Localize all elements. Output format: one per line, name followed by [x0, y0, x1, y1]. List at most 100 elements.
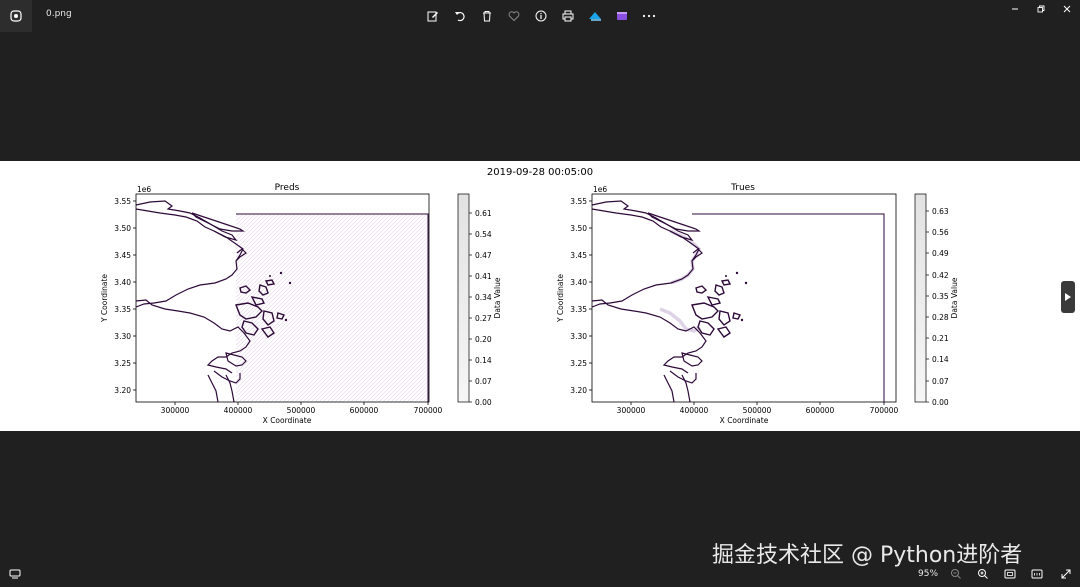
- figure-image: 2019-09-28 00:05:00 Preds 1e6 3.55 3.50 …: [100, 167, 959, 425]
- trues-axes-frame: [591, 193, 897, 403]
- preds-ytick-label: 3.40: [114, 278, 131, 287]
- window-controls: [1002, 0, 1080, 18]
- preds-ytick-label: 3.50: [114, 224, 131, 233]
- rotate-icon: [455, 11, 465, 22]
- preds-data-region: [236, 214, 429, 402]
- filmstrip-toggle-button[interactable]: [8, 568, 22, 580]
- preds-cbar-tick-label: 0.07: [475, 377, 492, 386]
- video-editor-icon: [617, 12, 627, 20]
- photos-icon: [10, 10, 22, 22]
- preds-xlabel: X Coordinate: [263, 416, 312, 425]
- minimize-icon: [1012, 8, 1018, 10]
- trues-cbar-tick-label: 0.21: [932, 334, 949, 343]
- preds-ytick-label: 3.20: [114, 386, 131, 395]
- preds-colorbar: [457, 193, 470, 403]
- trues-xtick-label: 500000: [743, 406, 772, 415]
- zoom-in-icon: [978, 569, 988, 579]
- preds-ytick-label: 3.25: [114, 359, 131, 368]
- toolbar: [424, 7, 658, 25]
- favorite-button[interactable]: [505, 7, 523, 25]
- video-editor-button[interactable]: [613, 7, 631, 25]
- actual-size-icon: [1031, 569, 1043, 579]
- preds-cbar-tick-label: 0.14: [475, 356, 492, 365]
- trues-colorbar-label: Data Value: [950, 277, 959, 318]
- fit-window-icon: [1004, 569, 1016, 579]
- trues-title: Trues: [730, 183, 755, 193]
- trues-colorbar: [914, 193, 927, 403]
- next-image-button[interactable]: [1061, 281, 1075, 313]
- more-icon: [642, 14, 656, 18]
- trues-ytick-label: 3.50: [570, 224, 587, 233]
- preds-cbar-tick-label: 0.47: [475, 251, 492, 260]
- restore-button[interactable]: [1028, 0, 1054, 18]
- preds-xtick-label: 700000: [414, 406, 443, 415]
- fullscreen-button[interactable]: [1059, 567, 1073, 581]
- more-button[interactable]: [640, 7, 658, 25]
- preds-ytick-label: 3.55: [114, 197, 131, 206]
- delete-button[interactable]: [478, 7, 496, 25]
- image-canvas: 2019-09-28 00:05:00 Preds 1e6 3.55 3.50 …: [0, 161, 1080, 431]
- delete-icon: [483, 11, 491, 22]
- preds-xtick-label: 400000: [224, 406, 253, 415]
- trues-x-tick-labels: 300000 400000 500000 600000 700000: [617, 406, 899, 415]
- status-bar: 95%: [0, 561, 1080, 587]
- preds-xtick-label: 600000: [350, 406, 379, 415]
- info-icon: [535, 10, 547, 22]
- preds-coastline: [135, 200, 251, 403]
- trues-cbar-tick-label: 0.14: [932, 355, 949, 364]
- photos-app-icon[interactable]: [0, 0, 32, 32]
- preds-cbar-tick-label: 0.41: [475, 272, 492, 281]
- trues-cbar-tick-label: 0.56: [932, 228, 949, 237]
- trues-colorbar-ticks: [926, 210, 929, 403]
- preds-cbar-tick-label: 0.27: [475, 314, 492, 323]
- trues-ytick-label: 3.35: [570, 305, 587, 314]
- preds-colorbar-label: Data Value: [493, 277, 502, 318]
- preds-xtick-label: 500000: [287, 406, 316, 415]
- trues-y-offset-label: 1e6: [593, 185, 607, 194]
- trues-x-ticks: [630, 402, 885, 405]
- edit-button[interactable]: [424, 7, 442, 25]
- close-icon: [1063, 5, 1071, 13]
- trues-ylabel: Y Coordinate: [556, 274, 565, 323]
- trues-cbar-tick-label: 0.63: [932, 207, 949, 216]
- close-button[interactable]: [1054, 0, 1080, 18]
- preds-cbar-tick-label: 0.61: [475, 209, 492, 218]
- trues-ytick-label: 3.20: [570, 386, 587, 395]
- zoom-in-button[interactable]: [976, 567, 990, 581]
- preds-colorbar-ticks: [469, 212, 472, 403]
- minimize-button[interactable]: [1002, 0, 1028, 18]
- preds-ytick-label: 3.35: [114, 305, 131, 314]
- rotate-button[interactable]: [451, 7, 469, 25]
- preds-cbar-tick-label: 0.00: [475, 398, 492, 407]
- actual-size-button[interactable]: [1030, 567, 1044, 581]
- restore-icon: [1037, 5, 1045, 13]
- preds-colorbar-tick-labels: 0.61 0.54 0.47 0.41 0.34 0.27 0.20 0.14 …: [475, 209, 492, 407]
- preds-x-ticks: [174, 402, 429, 405]
- print-icon: [562, 10, 574, 22]
- preds-title: Preds: [275, 183, 300, 193]
- trues-ytick-label: 3.40: [570, 278, 587, 287]
- preds-ylabel: Y Coordinate: [100, 274, 109, 323]
- trues-xtick-label: 600000: [806, 406, 835, 415]
- trues-cbar-tick-label: 0.00: [932, 398, 949, 407]
- preds-xtick-label: 300000: [161, 406, 190, 415]
- clipchamp-button[interactable]: [586, 7, 604, 25]
- trues-coastline: [591, 200, 707, 403]
- preds-y-tick-labels: 3.55 3.50 3.45 3.40 3.35 3.30 3.25 3.20: [114, 197, 131, 395]
- trues-islands: [691, 279, 741, 338]
- fullscreen-icon: [1061, 569, 1071, 579]
- fit-to-window-button[interactable]: [1003, 567, 1017, 581]
- favorite-heart-icon: [508, 11, 520, 22]
- zoom-out-button[interactable]: [949, 567, 963, 581]
- trues-ytick-label: 3.45: [570, 251, 587, 260]
- preds-x-tick-labels: 300000 400000 500000 600000 700000: [161, 406, 443, 415]
- figure-suptitle: 2019-09-28 00:05:00: [487, 167, 593, 178]
- trues-panel: Trues 1e6 3.55 3.50 3.45 3.40 3.35 3.30 …: [556, 183, 959, 425]
- trues-ytick-label: 3.30: [570, 332, 587, 341]
- trues-y-ticks: [589, 200, 592, 391]
- trues-colorbar-tick-labels: 0.63 0.56 0.49 0.42 0.35 0.28 0.21 0.14 …: [932, 207, 949, 407]
- trues-data-boundary: [692, 213, 885, 402]
- print-button[interactable]: [559, 7, 577, 25]
- info-button[interactable]: [532, 7, 550, 25]
- trues-ytick-label: 3.25: [570, 359, 587, 368]
